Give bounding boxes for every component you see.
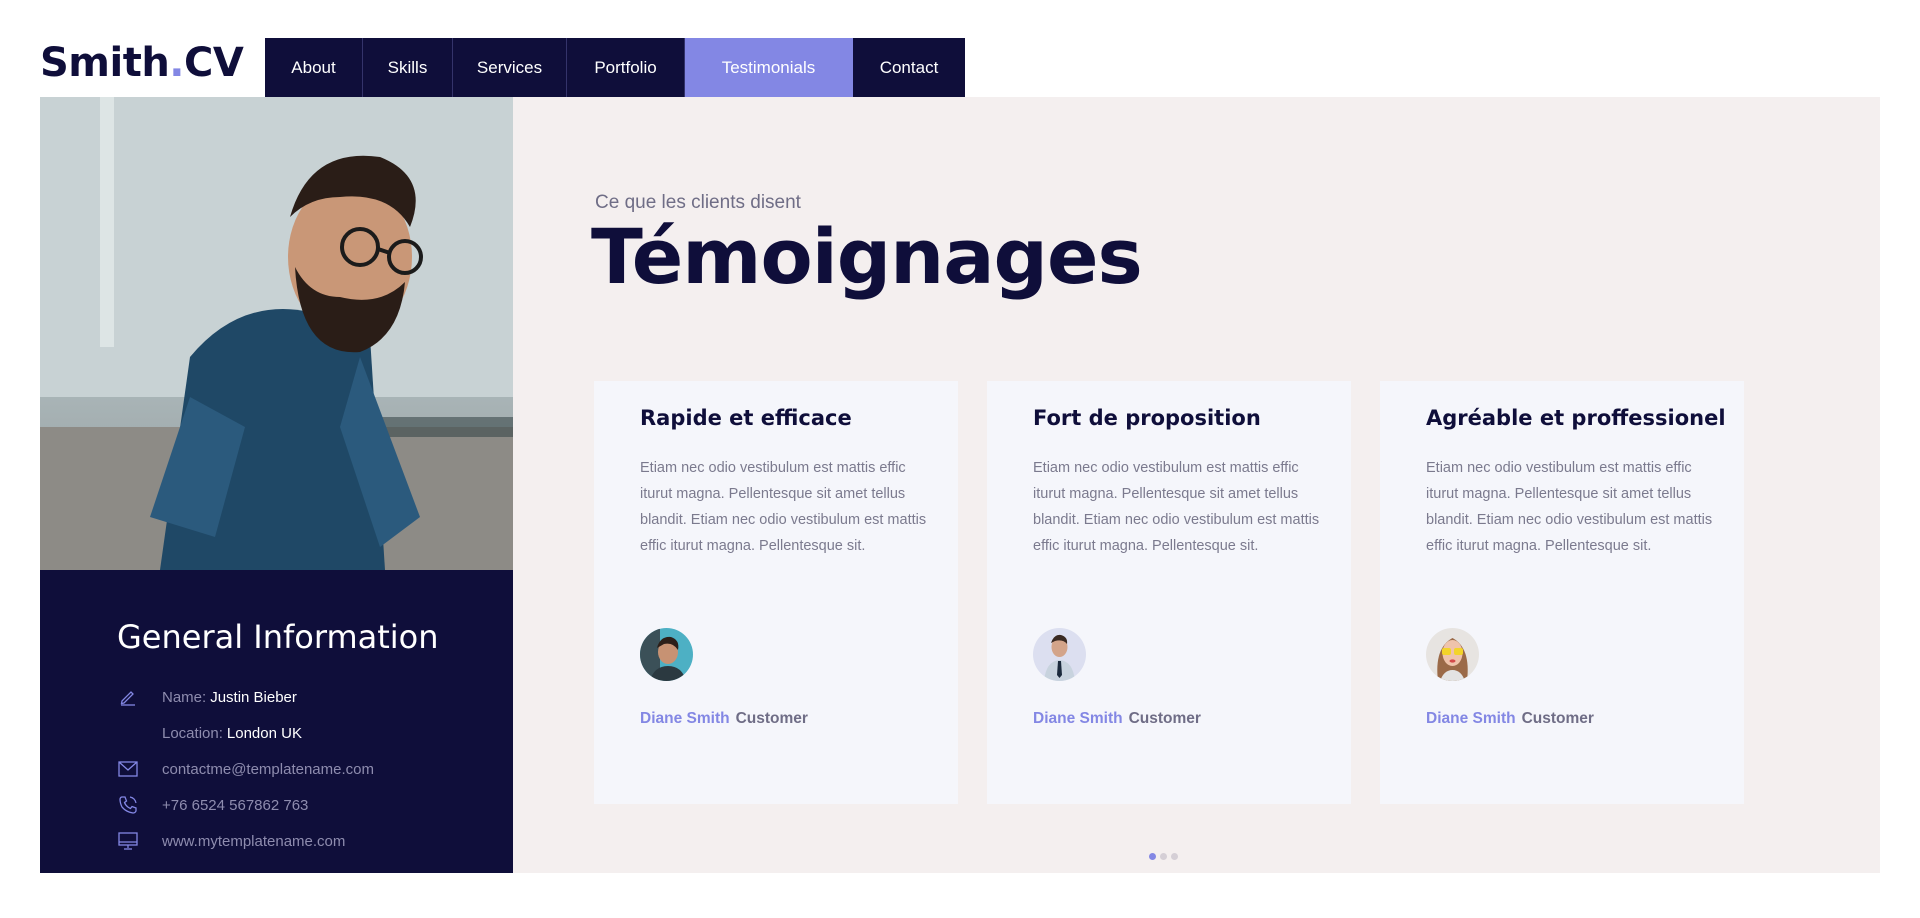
- testimonial-byline: Diane Smith Customer: [1426, 710, 1594, 728]
- site-logo[interactable]: Smith.CV: [40, 40, 244, 86]
- customer-name: Diane Smith: [1033, 710, 1123, 727]
- name-value: Justin Bieber: [210, 688, 297, 706]
- customer-role: Customer: [735, 710, 808, 727]
- customer-avatar: [1033, 628, 1086, 681]
- testimonial-title: Fort de proposition: [1033, 406, 1261, 430]
- testimonial-text: Etiam nec odio vestibulum est mattis eff…: [1033, 460, 1320, 554]
- name-row: Name: Justin Bieber: [117, 686, 297, 708]
- location-value: London UK: [226, 724, 302, 742]
- monitor-icon: [117, 830, 139, 852]
- profile-photo: [40, 97, 513, 570]
- website-value[interactable]: www.mytemplatename.com: [162, 833, 345, 850]
- location-label: Location:: [162, 724, 223, 742]
- name-label: Name:: [162, 688, 207, 706]
- general-information-heading: General Information: [117, 618, 439, 656]
- customer-name: Diane Smith: [1426, 710, 1516, 727]
- envelope-icon: [117, 758, 139, 780]
- nav-item-portfolio[interactable]: Portfolio: [567, 38, 685, 97]
- main-nav: About Skills Services Portfolio Testimon…: [265, 38, 965, 97]
- carousel-pagination: [1149, 853, 1178, 860]
- carousel-dot[interactable]: [1171, 853, 1178, 860]
- testimonial-text: Etiam nec odio vestibulum est mattis eff…: [640, 460, 927, 554]
- carousel-dot[interactable]: [1149, 853, 1156, 860]
- nav-item-services[interactable]: Services: [453, 38, 567, 97]
- carousel-dot[interactable]: [1160, 853, 1167, 860]
- pencil-icon: [117, 686, 139, 708]
- section-title: Témoignages: [591, 212, 1143, 301]
- general-information-panel: General Information Name: Justin Bieber …: [40, 570, 513, 873]
- nav-item-skills[interactable]: Skills: [363, 38, 453, 97]
- testimonials-section: Ce que les clients disent Témoignages Ra…: [513, 97, 1880, 873]
- phone-value[interactable]: +76 6524 567862 763: [162, 797, 308, 814]
- phone-icon: [117, 794, 139, 816]
- testimonial-text: Etiam nec odio vestibulum est mattis eff…: [1426, 460, 1713, 554]
- section-eyebrow: Ce que les clients disent: [595, 192, 801, 213]
- testimonial-card: Agréable et proffessionel Etiam nec odio…: [1380, 381, 1744, 804]
- testimonial-title: Rapide et efficace: [640, 406, 852, 430]
- testimonial-card: Rapide et efficace Etiam nec odio vestib…: [594, 381, 958, 804]
- website-row: www.mytemplatename.com: [117, 830, 345, 852]
- testimonial-card: Fort de proposition Etiam nec odio vesti…: [987, 381, 1351, 804]
- customer-role: Customer: [1128, 710, 1201, 727]
- customer-name: Diane Smith: [640, 710, 730, 727]
- testimonial-title: Agréable et proffessionel: [1426, 406, 1726, 430]
- phone-row: +76 6524 567862 763: [117, 794, 308, 816]
- nav-item-testimonials[interactable]: Testimonials: [685, 38, 853, 97]
- email-row: contactme@templatename.com: [117, 758, 374, 780]
- testimonial-byline: Diane Smith Customer: [640, 710, 808, 728]
- nav-item-contact[interactable]: Contact: [853, 38, 965, 97]
- testimonial-byline: Diane Smith Customer: [1033, 710, 1201, 728]
- customer-role: Customer: [1521, 710, 1594, 727]
- location-row: Location: London UK: [117, 722, 302, 744]
- customer-avatar: [1426, 628, 1479, 681]
- nav-item-about[interactable]: About: [265, 38, 363, 97]
- customer-avatar: [640, 628, 693, 681]
- email-value[interactable]: contactme@templatename.com: [162, 761, 374, 778]
